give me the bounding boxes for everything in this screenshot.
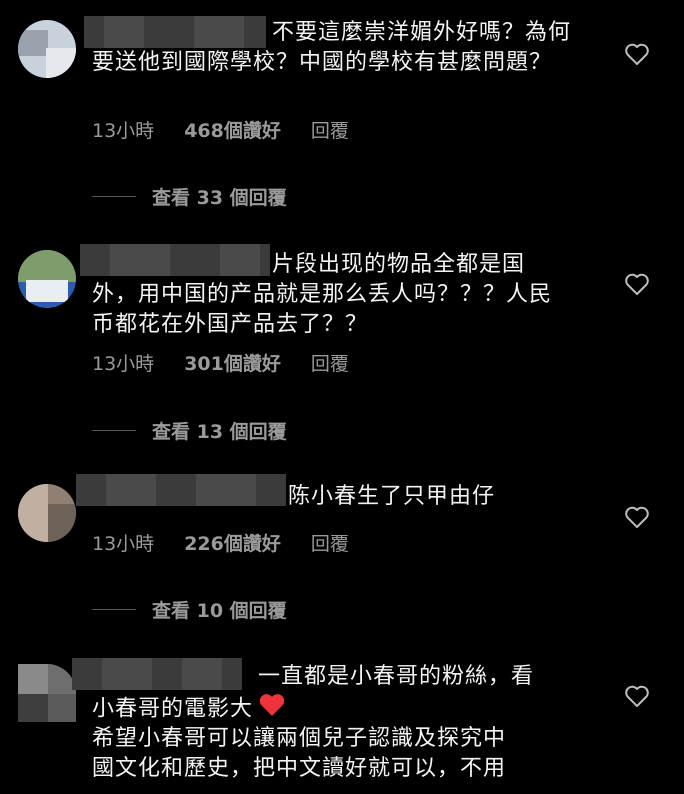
comment-text-line-3: 希望小春哥可以讓兩個兒子認識及探究中 (92, 726, 507, 751)
view-replies[interactable]: 查看 33 個回覆 (92, 183, 287, 210)
divider-line (92, 609, 136, 610)
username-blurred[interactable] (76, 474, 286, 506)
divider-line (92, 430, 136, 431)
comment-text: 片段出现的物品全都是国外，用中国的产品就是那么丢人吗？？？人民币都花在外国产品去… (92, 252, 553, 337)
reply-button[interactable]: 回覆 (311, 116, 349, 143)
comment-text-line-2-content: 小春哥的電影大 (92, 696, 254, 722)
reply-button[interactable]: 回覆 (311, 529, 349, 556)
avatar[interactable] (18, 664, 76, 722)
username-blurred[interactable] (72, 658, 242, 690)
heart-outline-icon[interactable] (624, 684, 650, 708)
comment-meta: 13小時 468個讚好 回覆 (92, 116, 349, 143)
avatar[interactable] (18, 484, 76, 542)
like-count[interactable]: 226個讚好 (184, 529, 281, 556)
comment-text-line-4: 國文化和歷史，把中文讀好就可以，不用 (92, 756, 507, 781)
timestamp: 13小時 (92, 533, 155, 555)
divider-line (92, 196, 136, 197)
view-replies[interactable]: 查看 10 個回覆 (92, 596, 287, 623)
heart-outline-icon[interactable] (624, 42, 650, 66)
comment-text-line-1: 一直都是小春哥的粉絲，看 (258, 664, 535, 689)
avatar[interactable] (18, 20, 76, 78)
like-count[interactable]: 301個讚好 (184, 349, 281, 376)
avatar[interactable] (18, 250, 76, 308)
comment-text: 陈小春生了只甲由仔 (288, 484, 496, 509)
comment-meta: 13小時 301個讚好 回覆 (92, 349, 349, 376)
view-replies[interactable]: 查看 13 個回覆 (92, 417, 287, 444)
timestamp: 13小時 (92, 120, 155, 142)
view-replies-label[interactable]: 查看 13 個回覆 (152, 417, 287, 444)
heart-outline-icon[interactable] (624, 272, 650, 296)
comment-text: 不要這麼崇洋媚外好嗎？為何要送他到國際學校？中國的學校有甚麼問題？ (92, 20, 572, 75)
timestamp: 13小時 (92, 353, 155, 375)
view-replies-label[interactable]: 查看 10 個回覆 (152, 596, 287, 623)
comment-meta: 13小時 226個讚好 回覆 (92, 529, 349, 556)
red-heart-emoji (257, 692, 287, 727)
reply-button[interactable]: 回覆 (311, 349, 349, 376)
view-replies-label[interactable]: 查看 33 個回覆 (152, 183, 287, 210)
comment-text-line-2: 小春哥的電影大 (92, 692, 592, 727)
heart-outline-icon[interactable] (624, 505, 650, 529)
like-count[interactable]: 468個讚好 (184, 116, 281, 143)
